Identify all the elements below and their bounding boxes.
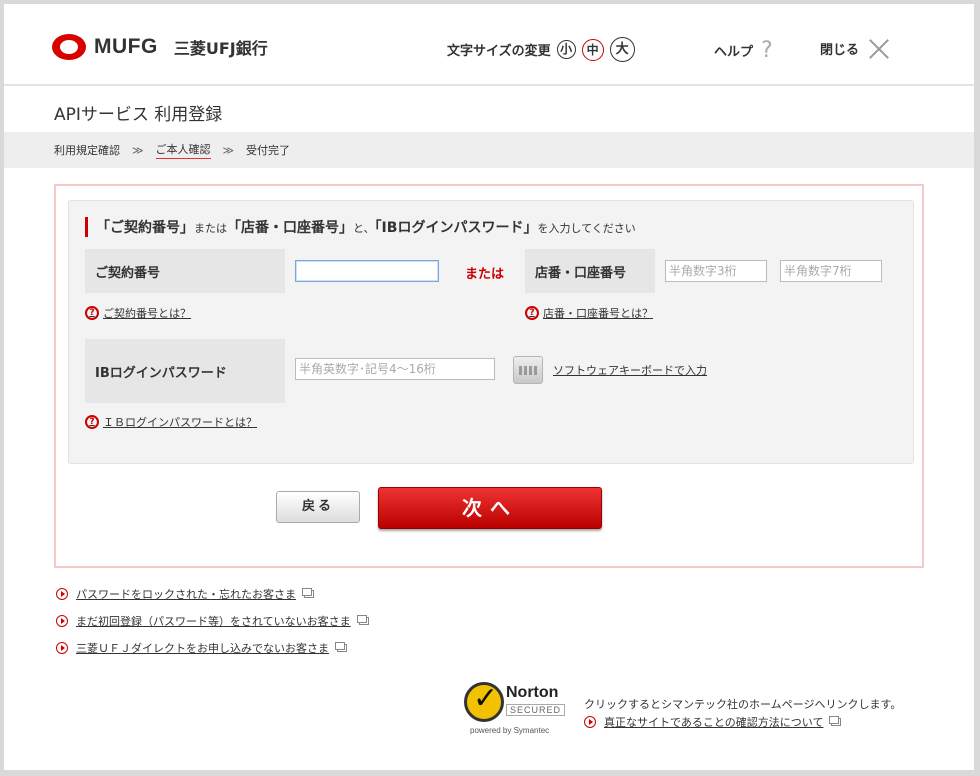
question-icon: ?: [85, 415, 99, 429]
instruction-branch: 「店番・口座番号」: [227, 220, 353, 236]
logo-text: MUFG: [94, 35, 158, 58]
bank-name: 三菱UFJ銀行: [173, 39, 268, 58]
branch-help-text: 店番・口座番号とは？: [543, 307, 653, 320]
site-verification-link[interactable]: 真正なサイトであることの確認方法について: [584, 714, 840, 730]
font-size-medium-button[interactable]: 中: [581, 38, 604, 61]
question-icon: ?: [761, 38, 773, 63]
norton-name: Norton: [506, 684, 559, 701]
instruction-text: または: [194, 222, 227, 235]
close-link[interactable]: 閉じる: [820, 38, 889, 58]
instruction-text: を入力してください: [537, 222, 636, 235]
page: MUFG 三菱UFJ銀行 文字サイズの変更 小 中 大 ヘルプ ? 閉じる AP…: [4, 4, 974, 770]
top-bar: MUFG 三菱UFJ銀行 文字サイズの変更 小 中 大 ヘルプ ? 閉じる: [4, 4, 974, 86]
ib-password-input[interactable]: [295, 358, 495, 380]
arrow-right-icon: [56, 615, 68, 627]
mufg-logo: MUFG 三菱UFJ銀行: [52, 34, 268, 60]
norton-powered-by: powered by Symantec: [470, 726, 550, 735]
step-separator: ≫: [222, 143, 235, 157]
question-icon: ?: [85, 306, 99, 320]
external-window-icon: [302, 588, 312, 596]
question-icon: ?: [525, 306, 539, 320]
font-size-large-button[interactable]: 大: [609, 37, 635, 62]
step-terms: 利用規定確認: [54, 144, 120, 157]
footer-link-text: まだ初回登録（パスワード等）をされていないお客さま: [76, 615, 351, 628]
font-size-label: 文字サイズの変更: [447, 44, 551, 59]
help-label: ヘルプ: [714, 45, 754, 60]
footer-link-text: パスワードをロックされた・忘れたお客さま: [76, 588, 296, 601]
ib-password-label: IBログインパスワード: [85, 339, 285, 403]
norton-description: クリックするとシマンテック社のホームページへリンクします。: [584, 698, 902, 711]
branch-number-input[interactable]: [665, 260, 767, 282]
login-form-card: 「ご契約番号」または「店番・口座番号」と、「IBログインパスワード」を入力してく…: [54, 184, 924, 568]
help-link[interactable]: ヘルプ ?: [714, 38, 773, 63]
password-help-text: ＩＢログインパスワードとは？: [103, 416, 257, 429]
norton-check-icon: [464, 681, 504, 722]
close-label: 閉じる: [820, 42, 860, 58]
contract-number-input[interactable]: [295, 260, 439, 282]
instruction-contract: 「ご契約番号」: [96, 220, 194, 236]
external-window-icon: [829, 716, 840, 724]
software-keyboard-link[interactable]: ソフトウェアキーボードで入力: [553, 362, 707, 378]
contract-number-label: ご契約番号: [85, 249, 285, 293]
page-title: APIサービス 利用登録: [54, 105, 223, 125]
site-verification-text: 真正なサイトであることの確認方法について: [604, 716, 824, 729]
branch-account-label: 店番・口座番号: [525, 249, 655, 293]
branch-help-link[interactable]: ? 店番・口座番号とは？: [525, 305, 653, 321]
password-help-link[interactable]: ? ＩＢログインパスワードとは？: [85, 414, 257, 430]
arrow-right-icon: [56, 588, 68, 600]
arrow-right-icon: [56, 642, 68, 654]
next-button[interactable]: 次へ: [378, 487, 602, 529]
step-breadcrumb: 利用規定確認 ≫ ご本人確認 ≫ 受付完了: [4, 132, 974, 168]
contract-help-text: ご契約番号とは？: [103, 307, 191, 320]
instruction-text: と、: [353, 222, 375, 235]
or-label: または: [465, 267, 505, 282]
back-button[interactable]: 戻る: [276, 491, 360, 523]
footer-link-text: 三菱ＵＦＪダイレクトをお申し込みでないお客さま: [76, 642, 329, 655]
external-window-icon: [356, 615, 367, 623]
norton-secured-seal[interactable]: Norton SECURED powered by Symantec: [464, 678, 566, 738]
font-size-control: 文字サイズの変更 小 中 大: [447, 37, 635, 62]
form-panel: 「ご契約番号」または「店番・口座番号」と、「IBログインパスワード」を入力してく…: [68, 200, 914, 464]
footer-link-not-applied[interactable]: 三菱ＵＦＪダイレクトをお申し込みでないお客さま: [56, 640, 345, 656]
external-window-icon: [335, 642, 345, 650]
mufg-logo-mark-icon: [52, 34, 86, 60]
contract-help-link[interactable]: ? ご契約番号とは？: [85, 305, 191, 321]
footer-link-first-registration[interactable]: まだ初回登録（パスワード等）をされていないお客さま: [56, 613, 367, 629]
arrow-right-icon: [584, 716, 596, 728]
step-complete: 受付完了: [246, 144, 291, 157]
instruction-password: 「IBログインパスワード」: [374, 220, 538, 236]
keyboard-icon[interactable]: [513, 356, 543, 384]
norton-secured: SECURED: [506, 704, 566, 716]
close-icon: [869, 38, 889, 58]
step-identity-current: ご本人確認: [155, 141, 211, 159]
font-size-small-button[interactable]: 小: [556, 40, 576, 59]
footer-link-password-locked[interactable]: パスワードをロックされた・忘れたお客さま: [56, 586, 312, 602]
account-number-input[interactable]: [780, 260, 882, 282]
step-separator: ≫: [132, 143, 144, 157]
form-instruction: 「ご契約番号」または「店番・口座番号」と、「IBログインパスワード」を入力してく…: [85, 217, 636, 237]
